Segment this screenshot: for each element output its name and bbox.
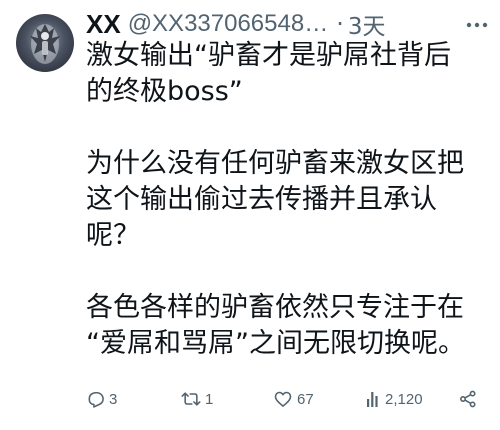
views-count: 2,120 [385,390,423,408]
heart-icon [274,391,292,407]
tweet-paragraph: 激女输出“驴畜才是驴屌社背后 的终极boss” [86,38,494,110]
retweet-count: 1 [205,390,214,408]
tweet-line: 呢？ [86,220,140,251]
tweet-paragraph: 为什么没有任何驴畜来激女区把 这个输出偷过去传播并且承认 呢？ [86,146,494,254]
author-handle[interactable]: @XX337066548… [128,10,329,38]
tweet-line: 激女输出“驴畜才是驴屌社背后 [86,40,451,71]
avatar-image-icon [30,24,60,64]
avatar[interactable] [16,14,74,72]
tweet-line: 各色各样的驴畜依然只专注于在 [86,292,464,323]
tweet-text: 激女输出“驴畜才是驴屌社背后 的终极boss” 为什么没有任何驴畜来激女区把 这… [86,38,494,362]
reply-icon [88,391,104,408]
more-options-icon[interactable] [464,12,490,38]
reply-count: 3 [109,390,118,408]
retweet-button[interactable]: 1 [180,386,213,412]
reply-button[interactable]: 3 [86,386,117,412]
views-button[interactable]: 2,120 [366,386,423,412]
like-count: 67 [297,390,314,408]
like-button[interactable]: 67 [272,386,314,412]
tweet-header: XX @XX337066548… · 3天 [86,6,490,42]
tweet-line: 的终极boss” [86,76,243,107]
views-icon [367,392,378,407]
share-button[interactable] [458,386,478,412]
tweet-line: “爱屌和骂屌”之间无限切换呢。 [86,328,465,359]
author-display-name[interactable]: XX [86,9,121,40]
tweet-paragraph: 各色各样的驴畜依然只专注于在 “爱屌和骂屌”之间无限切换呢。 [86,290,494,362]
tweet-line: 为什么没有任何驴畜来激女区把 [86,148,464,179]
share-icon [460,390,476,408]
retweet-icon [181,392,201,406]
tweet-line: 这个输出偷过去传播并且承认 [86,184,437,215]
tweet[interactable]: XX @XX337066548… · 3天 激女输出“驴畜才是驴屌社背后 的终极… [0,0,500,430]
tweet-actions: 3 1 67 2,120 [86,386,490,412]
tweet-timestamp[interactable]: 3天 [348,7,386,41]
separator-dot: · [336,10,344,38]
